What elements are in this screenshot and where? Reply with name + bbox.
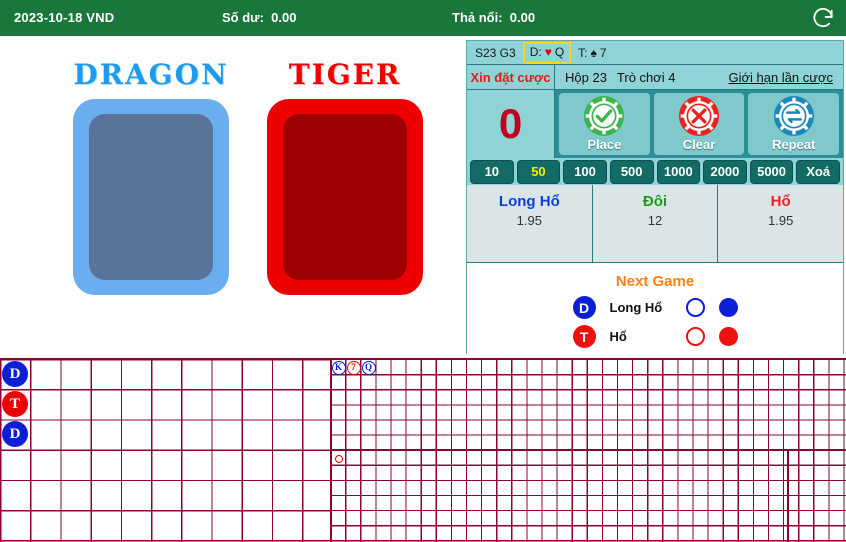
dragon-card-back-pattern [89,114,213,280]
dragon-card-rank: Q [554,45,565,59]
balance-label: Số dư: [222,10,264,25]
chip-5000-button[interactable]: 5000 [749,159,794,184]
chip-clear-button[interactable]: Xoá [796,159,840,184]
tiger-slot: TIGER [230,58,460,295]
bet-spot-tiger-odds: 1.95 [768,213,794,228]
chip-check-icon [584,96,625,136]
tiger-card[interactable] [267,99,423,295]
dragon-badge-icon: D [572,296,596,319]
balance-display: Số dư: 0.00 [222,10,296,25]
clear-button-label: Clear [682,137,716,152]
small-road-grid[interactable]: K7Q [330,358,846,542]
roadmaps: DTD K7Q [0,358,846,542]
heart-suit-icon: ♥ [544,45,552,59]
shoe-game-label: S23 G3 [475,45,516,60]
date-currency-label: 2023-10-18 VND [14,10,115,25]
tiger-title: TIGER [288,58,402,91]
big-road-cell: T [0,389,30,419]
bet-spot-dragon-label: Long Hổ [498,193,560,210]
tiger-card-rank: 7 [599,45,607,60]
float-value: 0.00 [509,10,536,25]
app-root: 2023-10-18 VND Số dư: 0.00 Thả nổi: 0.00… [0,0,846,542]
spade-suit-icon: ♠ [590,45,597,60]
bet-panel: S23 G3 D: ♥ Q T: ♠ 7 Xin đặt cược Hộp 23… [466,40,844,354]
tiger-card-back-pattern [283,114,407,280]
chip-cross-icon [679,96,719,136]
next-game-dragon-label: Long Hổ [609,300,663,315]
top-bar: 2023-10-18 VND Số dư: 0.00 Thả nổi: 0.00 [0,0,846,36]
next-game-dragon-dot-toggle[interactable] [718,298,738,317]
next-game-title: Next Game [615,273,695,290]
chip-2000-button[interactable]: 2000 [703,159,747,184]
big-road-dragon-mark: D [2,361,28,387]
bet-spot-tie-label: Đôi [642,193,668,210]
big-road-dragon-mark: D [2,421,28,447]
bet-spot-tiger[interactable]: Hổ 1.95 [718,185,843,262]
small-road-cell: Q [361,360,376,375]
chip-repeat-icon [773,96,814,136]
float-display: Thả nổi: 0.00 [452,10,535,25]
tiger-card-prefix: T: [578,45,588,60]
chip-50-button[interactable]: 50 [516,159,561,184]
next-game-tiger-label: Hổ [609,329,627,344]
place-button-label: Place [587,137,622,152]
balance-value: 0.00 [271,10,297,25]
next-game-panel: Next Game D Long Hổ T Hổ [467,262,843,354]
bet-spot-tie-odds: 12 [647,213,663,228]
float-label: Thả nổi: [452,10,503,25]
chip-10-button[interactable]: 10 [470,159,514,184]
small-road-cell [331,451,346,466]
small-road-card-mark: Q [361,360,376,375]
bet-amount-display: 0 [467,90,555,158]
next-game-dragon-ring-toggle[interactable] [685,298,705,317]
bet-spot-tiger-label: Hổ [770,193,791,210]
repeat-button[interactable]: Repeat [748,93,840,155]
bet-limit-link[interactable]: Giới hạn lần cược [728,70,833,85]
repeat-button-label: Repeat [772,137,816,152]
card-zone: DRAGON TIGER [0,36,465,358]
clear-button[interactable]: Clear [653,93,745,155]
tiger-badge-icon: T [572,325,596,348]
odds-row: Long Hổ 1.95 Đôi 12 Hổ 1.95 [467,185,843,262]
dragon-card-prefix: D: [529,45,542,59]
chip-denomination-row: 10 50 100 500 1000 2000 5000 Xoá [467,158,843,185]
chip-1000-button[interactable]: 1000 [656,159,701,184]
next-game-row-tiger: T Hổ [467,325,843,348]
actions-row: 0 Place Clear Repeat [467,90,843,158]
refresh-icon[interactable] [810,5,836,31]
big-road-cell: D [0,419,30,449]
status-row: Xin đặt cược Hộp 23 Trò chơi 4 Giới hạn … [467,65,843,90]
dragon-card[interactable] [73,99,229,295]
dragon-card-result: D: ♥ Q [522,41,572,64]
small-road-cell: K [331,360,346,375]
small-road-cell: 7 [346,360,361,375]
action-buttons: Place Clear Repeat [555,90,843,158]
small-road-card-mark: K [331,360,346,375]
bet-spot-dragon[interactable]: Long Hổ 1.95 [467,185,593,262]
game-number: Trò chơi 4 [616,69,676,85]
small-road-mid-divider [330,449,846,452]
big-road-tiger-mark: T [2,391,28,417]
status-badge: Xin đặt cược [467,65,555,89]
bet-spot-tie[interactable]: Đôi 12 [593,185,719,262]
small-road-section-divider [787,449,790,542]
tiger-card-result: T: ♠ 7 [578,46,606,60]
box-number: Hộp 23 [565,69,607,85]
shoe-info-row: S23 G3 D: ♥ Q T: ♠ 7 [467,41,843,65]
round-info: Hộp 23 Trò chơi 4 Giới hạn lần cược [555,70,843,85]
big-road-grid[interactable]: DTD [0,358,331,542]
chip-100-button[interactable]: 100 [563,159,607,184]
next-game-row-dragon: D Long Hổ [467,296,843,319]
bet-spot-dragon-odds: 1.95 [516,213,542,228]
big-road-cell: D [0,359,30,389]
chip-500-button[interactable]: 500 [609,159,654,184]
next-game-tiger-dot-toggle[interactable] [718,327,738,346]
place-button[interactable]: Place [559,93,650,155]
next-game-tiger-ring-toggle[interactable] [685,327,705,346]
small-road-card-mark: 7 [346,360,361,375]
small-road-tiny-mark [334,454,343,463]
